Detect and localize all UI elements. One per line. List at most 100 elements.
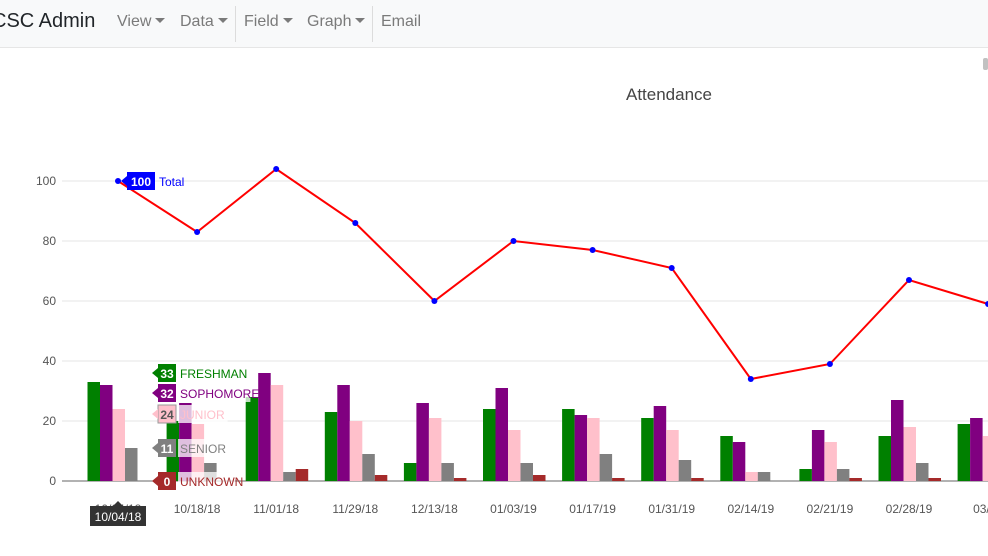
bar-senior[interactable] — [283, 472, 296, 481]
total-point[interactable] — [589, 247, 596, 253]
bar-sophomore[interactable] — [416, 403, 429, 481]
bar-freshman[interactable] — [641, 418, 654, 481]
bar-unknown[interactable] — [374, 475, 388, 481]
bar-sophomore[interactable] — [574, 415, 588, 481]
series-tooltip-label: SENIOR — [180, 442, 226, 456]
bar-senior[interactable] — [441, 463, 454, 481]
bar-senior[interactable] — [916, 463, 929, 481]
bar-unknown[interactable] — [691, 478, 704, 481]
nav-data-menu[interactable]: Data — [180, 13, 228, 31]
bar-unknown[interactable] — [928, 478, 942, 481]
nav-field-menu[interactable]: Field — [244, 13, 293, 31]
y-tick-label: 80 — [43, 234, 57, 248]
series-tooltip-label: JUNIOR — [180, 408, 225, 422]
y-axis: 0 20 40 60 80 100 — [36, 174, 56, 488]
bar-freshman[interactable] — [245, 397, 259, 481]
x-tick-label: 11/01/18 — [253, 502, 299, 516]
series-tooltip-pointer — [152, 388, 158, 398]
bar-freshman[interactable] — [878, 436, 892, 481]
bar-unknown[interactable] — [612, 478, 625, 481]
total-point[interactable] — [906, 277, 912, 283]
series-tooltip-label: UNKNOWN — [180, 475, 243, 489]
attendance-chart[interactable]: Attendance 0 20 40 60 80 100 10/04/18 10/18/18… — [0, 48, 988, 556]
x-tick-label: 12/13/18 — [411, 502, 458, 516]
bar-freshman[interactable] — [799, 469, 812, 481]
bar-senior[interactable] — [520, 463, 534, 481]
bar-junior[interactable] — [587, 418, 600, 481]
y-tick-label: 20 — [43, 414, 57, 428]
series-tooltip-value: 11 — [161, 442, 174, 456]
bar-freshman[interactable] — [403, 463, 417, 481]
x-tick-label: 11/29/18 — [332, 502, 378, 516]
bar-freshman[interactable] — [324, 412, 338, 481]
series-tooltip-value: 24 — [160, 408, 174, 422]
bar-unknown[interactable] — [453, 478, 467, 481]
series-tooltip-pointer — [152, 443, 158, 453]
total-point[interactable] — [273, 166, 280, 172]
x-tick-label: 02/28/19 — [886, 502, 933, 516]
bar-junior[interactable] — [349, 421, 363, 481]
scrollbar-thumb[interactable] — [983, 58, 988, 70]
nav-email-link[interactable]: Email — [381, 13, 421, 31]
total-point[interactable] — [194, 229, 201, 235]
nav-view-label: View — [117, 13, 152, 30]
bar-senior[interactable] — [362, 454, 375, 481]
bar-sophomore[interactable] — [337, 385, 350, 481]
bar-junior[interactable] — [824, 442, 837, 481]
bar-sophomore[interactable] — [732, 442, 746, 481]
bar-junior[interactable] — [428, 418, 442, 481]
nav-graph-label: Graph — [307, 13, 352, 30]
bar-junior[interactable] — [666, 430, 679, 481]
bar-sophomore[interactable] — [891, 400, 904, 481]
bar-freshman[interactable] — [957, 424, 971, 481]
x-tick-label: 02/14/19 — [727, 502, 774, 516]
bar-junior[interactable] — [903, 427, 917, 481]
bar-sophomore[interactable] — [970, 418, 983, 481]
bar-sophomore[interactable] — [811, 430, 825, 481]
series-tooltip-pointer — [152, 368, 158, 378]
total-point[interactable] — [668, 265, 675, 271]
bar-sophomore[interactable] — [258, 373, 271, 481]
bar-junior[interactable] — [508, 430, 521, 481]
bar-senior[interactable] — [757, 472, 771, 481]
total-point[interactable] — [510, 238, 517, 244]
bar-sophomore[interactable] — [495, 388, 509, 481]
total-line[interactable] — [117, 167, 988, 381]
nav-divider — [235, 6, 236, 42]
bar-junior[interactable] — [982, 436, 988, 481]
bar-freshman[interactable] — [720, 436, 733, 481]
bar-unknown[interactable] — [295, 469, 309, 481]
bar-unknown[interactable] — [533, 475, 546, 481]
total-point[interactable] — [115, 178, 121, 184]
bar-sophomore[interactable] — [100, 385, 113, 481]
nav-field-label: Field — [244, 13, 279, 30]
bar-senior[interactable] — [836, 469, 850, 481]
bar-freshman[interactable] — [562, 409, 575, 481]
bar-unknown[interactable] — [849, 478, 862, 481]
brand-title[interactable]: CSC Admin — [0, 10, 95, 33]
bar-senior[interactable] — [125, 448, 138, 481]
bar-junior[interactable] — [270, 385, 284, 481]
chevron-down-icon — [217, 18, 228, 23]
total-tooltip-label: Total — [159, 175, 184, 189]
bar-sophomore[interactable] — [653, 406, 667, 481]
total-point[interactable] — [747, 376, 754, 382]
bar-senior[interactable] — [599, 454, 613, 481]
total-point[interactable] — [826, 361, 833, 367]
series-tooltip-pointer — [152, 476, 158, 486]
series-tooltip-label: SOPHOMORE — [180, 387, 259, 401]
x-tick-label: 01/17/19 — [569, 502, 616, 516]
series-tooltip-value: 32 — [160, 387, 174, 401]
bar-senior[interactable] — [678, 460, 692, 481]
bar-freshman[interactable] — [483, 409, 496, 481]
total-point[interactable] — [431, 298, 438, 304]
total-line-series[interactable] — [115, 166, 988, 382]
bar-junior[interactable] — [745, 472, 758, 481]
series-tooltip-label: FRESHMAN — [180, 367, 247, 381]
total-point[interactable] — [352, 220, 359, 226]
nav-view-menu[interactable]: View — [117, 13, 166, 31]
bar-freshman[interactable] — [87, 382, 101, 481]
x-tick-label: 10/18/18 — [174, 502, 221, 516]
bar-junior[interactable] — [112, 409, 126, 481]
nav-graph-menu[interactable]: Graph — [307, 13, 366, 31]
